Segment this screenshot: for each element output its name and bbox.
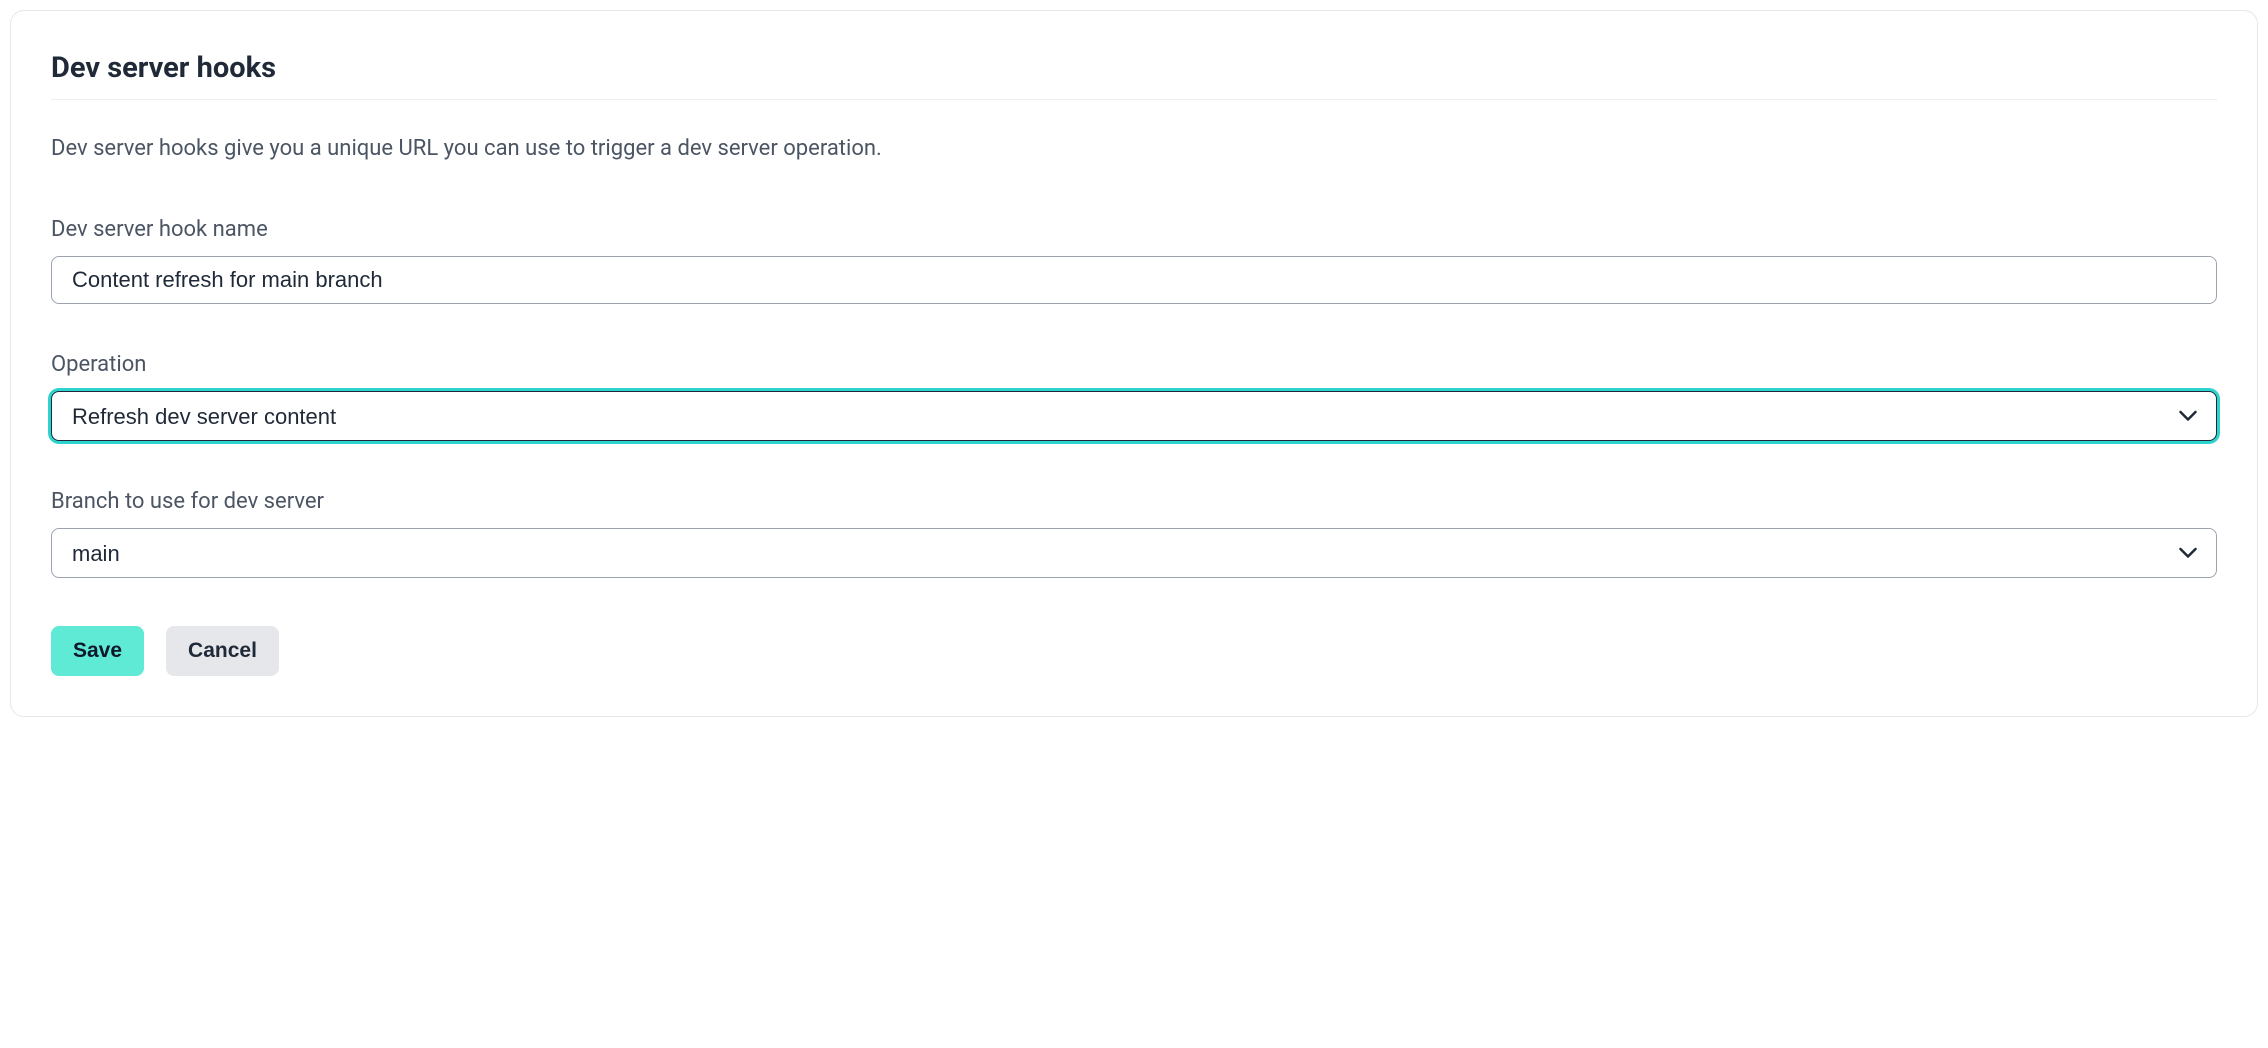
operation-select[interactable]: Refresh dev server content — [51, 391, 2217, 441]
operation-field-group: Operation Refresh dev server content — [51, 352, 2217, 441]
hook-name-input[interactable] — [51, 256, 2217, 304]
operation-label: Operation — [51, 352, 2217, 377]
hook-name-field-group: Dev server hook name — [51, 217, 2217, 304]
branch-label: Branch to use for dev server — [51, 489, 2217, 514]
card-title: Dev server hooks — [51, 51, 2217, 100]
cancel-button[interactable]: Cancel — [166, 626, 279, 676]
card-description: Dev server hooks give you a unique URL y… — [51, 136, 2217, 161]
branch-select[interactable]: main — [51, 528, 2217, 578]
hook-name-label: Dev server hook name — [51, 217, 2217, 242]
branch-select-wrapper: main — [51, 528, 2217, 578]
button-row: Save Cancel — [51, 626, 2217, 676]
dev-server-hooks-card: Dev server hooks Dev server hooks give y… — [10, 10, 2258, 717]
save-button[interactable]: Save — [51, 626, 144, 676]
operation-select-wrapper: Refresh dev server content — [51, 391, 2217, 441]
branch-field-group: Branch to use for dev server main — [51, 489, 2217, 578]
